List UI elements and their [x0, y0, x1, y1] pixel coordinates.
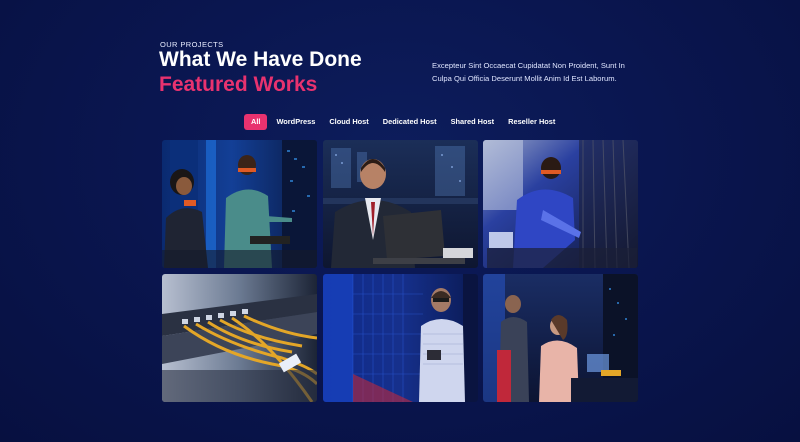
work-card-3[interactable]: technician-working-cables: [483, 140, 638, 268]
man-with-laptop-image: [322, 140, 478, 268]
network-switch-image: [162, 274, 317, 402]
work-card-2[interactable]: man-with-laptop: [322, 140, 478, 268]
section-description: Excepteur Sint Occaecat Cupidatat Non Pr…: [432, 61, 625, 83]
work-card-5[interactable]: engineer-server-rack: [322, 274, 478, 402]
engineer-server-rack-image: [322, 274, 478, 402]
filter-reseller-host[interactable]: Reseller Host: [501, 114, 562, 130]
work-card-1[interactable]: two-technicians-server-aisle: [162, 140, 317, 268]
work-card-6[interactable]: team-at-computer: [483, 274, 638, 402]
portfolio-grid: two-technicians-server-aisle: [162, 140, 638, 403]
work-card-4[interactable]: network-switch-cables: [162, 274, 317, 402]
technician-cables-image: [483, 140, 638, 268]
filter-bar: All WordPress Cloud Host Dedicated Host …: [244, 114, 562, 130]
filter-dedicated-host[interactable]: Dedicated Host: [376, 114, 444, 130]
team-at-computer-image: [483, 274, 638, 402]
section-title: What We Have Done: [159, 48, 362, 71]
filter-all[interactable]: All: [244, 114, 268, 130]
two-technicians-image: [162, 140, 317, 268]
filter-cloud-host[interactable]: Cloud Host: [322, 114, 375, 130]
filter-wordpress[interactable]: WordPress: [269, 114, 322, 130]
filter-shared-host[interactable]: Shared Host: [444, 114, 502, 130]
section-subtitle: Featured Works: [159, 73, 318, 96]
